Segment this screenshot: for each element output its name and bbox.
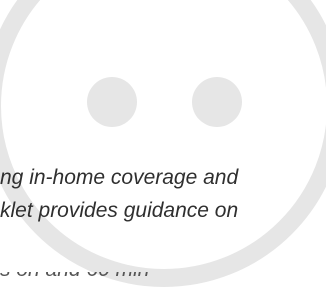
smiley-outline [0, 0, 326, 287]
body-text-line-1: ng in-home coverage and [0, 166, 239, 189]
body-text-line-2: klet provides guidance on [0, 199, 239, 222]
smiley-left-eye [87, 77, 137, 127]
smiley-face-icon [0, 0, 326, 287]
smiley-right-eye [192, 77, 242, 127]
